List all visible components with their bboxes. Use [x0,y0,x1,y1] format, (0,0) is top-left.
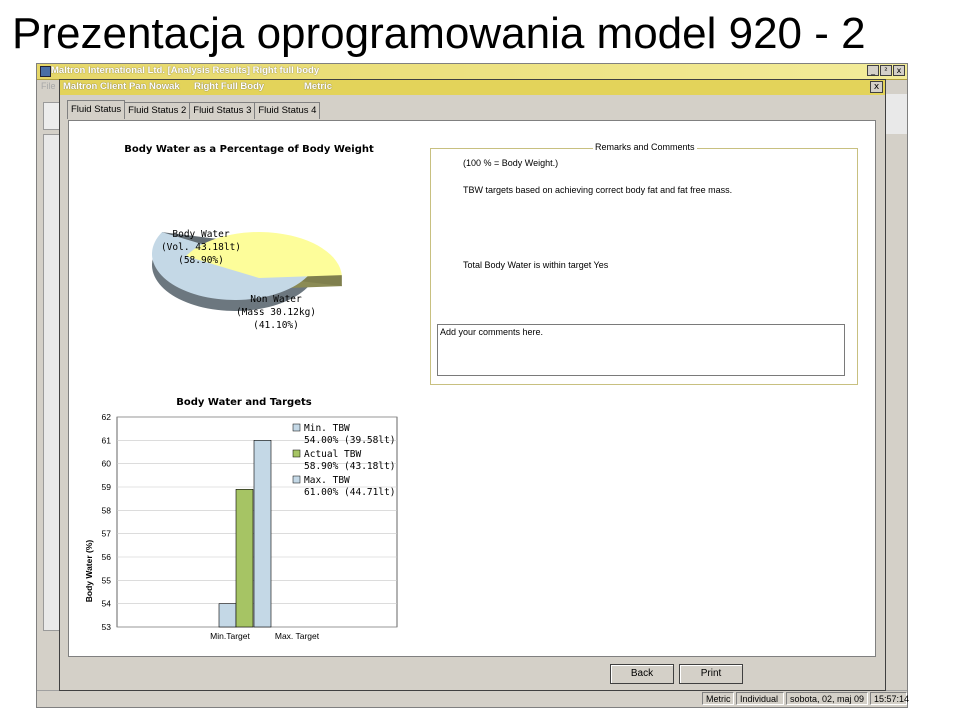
client-mode: Right Full Body [194,81,265,92]
legend-swatch-1 [292,449,301,458]
print-button[interactable]: Print [679,664,743,684]
pie-detail-nonwater: (Mass 30.12kg) [236,307,316,318]
pie-percent-water: (58.90%) [178,255,224,266]
legend-name-0: Min. TBW [304,423,350,434]
app-title: Maltron International Ltd. [Analysis Res… [51,65,320,76]
tab-strip: Fluid Status Fluid Status 2 Fluid Status… [67,100,321,120]
slide-title: Prezentacja oprogramowania model 920 - 2 [12,9,866,58]
comments-field[interactable]: Add your comments here. [437,324,845,376]
pie-detail-water: (Vol. 43.18lt) [161,242,241,253]
remarks-line-1: (100 % = Body Weight.) [463,158,559,168]
restore-button[interactable]: ² [880,65,892,76]
pie-label-water: Body Water [172,229,229,240]
legend-swatch-2 [292,475,301,484]
comments-placeholder: Add your comments here. [440,327,544,337]
status-units: Metric [702,692,734,705]
y-tick-label: 61 [102,435,112,445]
legend-name-1: Actual TBW [304,449,361,460]
bar-2 [253,440,272,628]
bar-chart: Body Water and Targets 62 61 60 59 58 57 56 55 5… [79,389,419,651]
legend-value-2: 61.00% (44.71lt) [304,487,396,498]
tab-fluid-status[interactable]: Fluid Status [67,100,126,119]
right-panel-strip [884,94,907,134]
remarks-line-3: Total Body Water is within target Yes [463,260,609,270]
y-tick-label: 55 [102,575,112,585]
status-bar: Metric Individual sobota, 02, maj 09 15:… [37,690,909,707]
status-time: 15:57:14 [870,692,909,705]
client-window: Maltron Client Pan Nowak Right Full Body… [59,79,886,691]
y-tick-label: 57 [102,529,112,539]
legend-value-1: 58.90% (43.18lt) [304,461,396,472]
app-icon [40,66,51,77]
pie-percent-nonwater: (41.10%) [253,320,299,331]
x-tick-label: Max. Target [275,631,320,641]
back-button[interactable]: Back [610,664,674,684]
client-titlebar: Maltron Client Pan Nowak Right Full Body… [60,80,885,95]
y-tick-label: 58 [102,505,112,515]
y-tick-label: 59 [102,482,112,492]
remarks-groupbox: Remarks and Comments (100 % = Body Weigh… [430,142,858,385]
y-tick-label: 60 [102,459,112,469]
bar-0 [218,603,237,628]
status-date: sobota, 02, maj 09 [786,692,868,705]
close-button[interactable]: x [893,65,905,76]
y-tick-label: 56 [102,552,112,562]
pie-chart: Body Water as a Percentage of Body Weigh… [79,126,419,381]
client-close-button[interactable]: x [870,81,883,93]
legend-name-2: Max. TBW [304,475,350,486]
y-tick-label: 62 [102,412,112,422]
app-titlebar: Maltron International Ltd. [Analysis Res… [37,64,907,80]
pie-chart-title: Body Water as a Percentage of Body Weigh… [124,144,374,155]
menu-file[interactable]: File [41,81,56,91]
x-tick-label: Min.Target [210,631,250,641]
remarks-line-2: TBW targets based on achieving correct b… [463,185,733,195]
y-axis-label: Body Water (%) [84,540,94,603]
remarks-legend: Remarks and Comments [593,142,697,152]
y-tick-label: 53 [102,622,112,632]
tab-fluid-status-2[interactable]: Fluid Status 2 [124,102,191,119]
y-tick-label: 54 [102,599,112,609]
pie-label-nonwater: Non Water [250,294,302,305]
bar-chart-title: Body Water and Targets [176,397,311,408]
tab-panel: Body Water as a Percentage of Body Weigh… [68,120,876,657]
legend-swatch-0 [292,423,301,432]
client-name: Maltron Client Pan Nowak [63,81,180,92]
client-units: Metric [304,81,332,92]
tab-fluid-status-3[interactable]: Fluid Status 3 [189,102,256,119]
bar-1 [235,489,254,628]
legend-value-0: 54.00% (39.58lt) [304,435,396,446]
tab-fluid-status-4[interactable]: Fluid Status 4 [254,102,321,119]
status-mode: Individual [736,692,784,705]
minimize-button[interactable]: _ [867,65,879,76]
